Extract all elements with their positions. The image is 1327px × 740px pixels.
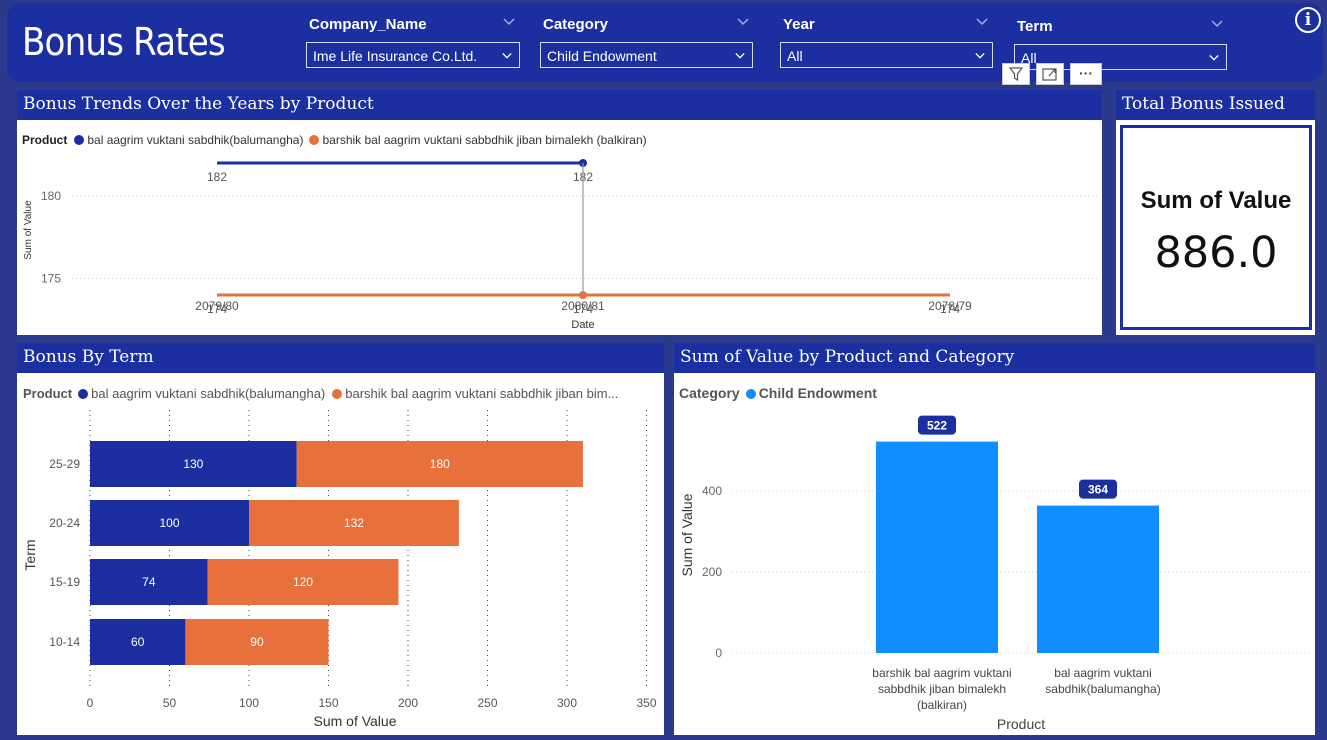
- x-tick-label: bal aagrim vuktani: [1054, 666, 1151, 680]
- y-tick-label: 25-29: [49, 457, 80, 471]
- trend-panel: Bonus Trends Over the Years by Product P…: [17, 90, 1102, 335]
- data-label: 60: [131, 635, 145, 649]
- product-panel: Sum of Value by Product and Category Cat…: [674, 343, 1315, 735]
- chevron-down-icon[interactable]: [1211, 20, 1223, 28]
- kpi-value: 886.0: [1154, 228, 1278, 278]
- year-dropdown[interactable]: All: [780, 42, 993, 68]
- data-label: 364: [1088, 483, 1108, 497]
- company-dropdown[interactable]: Ime Life Insurance Co.Ltd.: [306, 42, 520, 68]
- y-tick-label: 0: [715, 646, 722, 660]
- x-tick-label: 2078/79: [928, 299, 972, 313]
- term-panel: Bonus By Term Product bal aagrim vuktani …: [17, 343, 664, 735]
- product-bar-chart[interactable]: 0 200 400 522 barshik bal aagrim vuktani sabb…: [674, 343, 1315, 735]
- y-tick-label: 10-14: [49, 635, 80, 649]
- kpi-title: Total Bonus Issued: [1116, 90, 1315, 120]
- company-dropdown-value: Ime Life Insurance Co.Ltd.: [313, 48, 478, 64]
- x-tick-label: 250: [477, 696, 497, 710]
- x-axis-title: Sum of Value: [313, 713, 396, 729]
- chevron-down-icon: [735, 53, 745, 59]
- x-tick-label: (balkiran): [917, 698, 967, 712]
- y-tick-label: 20-24: [49, 516, 80, 530]
- x-tick-label: 2079/80: [195, 299, 239, 313]
- slicer-label-year: Year: [783, 16, 815, 33]
- chevron-down-icon[interactable]: [737, 18, 749, 26]
- focus-mode-icon[interactable]: [1036, 63, 1064, 85]
- y-axis-title: Term: [22, 539, 38, 570]
- x-axis-title: Date: [571, 319, 594, 331]
- more-options-icon[interactable]: ···: [1070, 63, 1102, 85]
- term-bar-chart[interactable]: 0 50 100 150 200 250 300 350 25-29 130 180 20-24 100…: [17, 343, 664, 735]
- x-tick-label: sabdhik(balumangha): [1045, 682, 1160, 696]
- data-label: 90: [250, 635, 264, 649]
- x-axis-title: Product: [997, 716, 1045, 732]
- chevron-down-icon: [975, 53, 985, 59]
- category-dropdown[interactable]: Child Endowment: [540, 42, 753, 68]
- x-tick-label: 0: [87, 696, 94, 710]
- x-tick-label: 50: [163, 696, 177, 710]
- category-dropdown-value: Child Endowment: [547, 48, 657, 64]
- y-tick-label: 180: [41, 189, 61, 203]
- chevron-down-icon[interactable]: [976, 18, 988, 26]
- x-tick-label: 200: [398, 696, 418, 710]
- y-tick-label: 175: [41, 272, 61, 286]
- report-title: Bonus Rates: [22, 20, 226, 64]
- bar: [1037, 505, 1159, 653]
- data-label: 522: [927, 419, 947, 433]
- chevron-down-icon: [1209, 55, 1219, 61]
- chevron-down-icon[interactable]: [503, 18, 515, 26]
- slicer-label-term: Term: [1017, 18, 1053, 35]
- data-label: 100: [159, 516, 179, 530]
- kpi-label: Sum of Value: [1140, 187, 1292, 214]
- x-tick-label: 350: [636, 696, 656, 710]
- info-icon[interactable]: i: [1295, 7, 1321, 33]
- kpi-card: Sum of Value 886.0: [1120, 125, 1312, 330]
- y-axis-title: Sum of Value: [23, 200, 34, 260]
- data-label: 120: [293, 575, 313, 589]
- filter-icon[interactable]: [1002, 63, 1030, 85]
- slicer-label-category: Category: [543, 16, 609, 33]
- data-label: 74: [142, 575, 156, 589]
- data-label: 182: [207, 170, 227, 184]
- x-tick-label: 2080/81: [561, 299, 605, 313]
- bar: [876, 441, 998, 653]
- data-label: 130: [183, 457, 203, 471]
- x-tick-label: 100: [239, 696, 259, 710]
- x-tick-label: 300: [557, 696, 577, 710]
- data-label: 132: [344, 516, 364, 530]
- slicer-label-company: Company_Name: [309, 16, 427, 33]
- y-tick-label: 200: [702, 565, 722, 579]
- x-tick-label: sabbdhik jiban bimalekh: [878, 682, 1006, 696]
- chevron-down-icon: [502, 53, 512, 59]
- data-label: 180: [430, 457, 450, 471]
- y-tick-label: 400: [702, 484, 722, 498]
- year-dropdown-value: All: [787, 48, 803, 64]
- y-axis-title: Sum of Value: [679, 493, 695, 576]
- x-tick-label: 150: [318, 696, 338, 710]
- y-tick-label: 15-19: [49, 575, 80, 589]
- x-tick-label: barshik bal aagrim vuktani: [872, 666, 1011, 680]
- trend-line-chart[interactable]: 175180182 182174 174 1742079/80 2080/81 2078/…: [17, 90, 1102, 335]
- kpi-panel: Total Bonus Issued Sum of Value 886.0: [1116, 90, 1315, 335]
